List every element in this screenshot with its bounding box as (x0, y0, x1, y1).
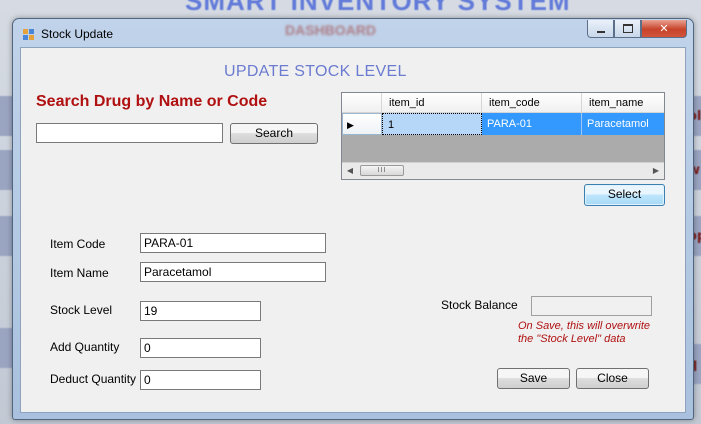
grid-column-header[interactable]: item_name (582, 93, 664, 113)
window-controls: ✕ (587, 20, 687, 38)
close-window-button[interactable]: ✕ (641, 20, 687, 38)
grid-cell[interactable]: Paracetamol (582, 113, 664, 135)
horizontal-scrollbar[interactable]: ◀ III ▶ (342, 162, 664, 179)
stock-update-window: Stock Update ✕ UPDATE STOCK LEVEL Search… (12, 18, 694, 420)
maximize-button[interactable] (614, 20, 641, 38)
scroll-right-icon[interactable]: ▶ (649, 165, 663, 177)
stock-balance-field[interactable] (531, 296, 652, 316)
stock-level-field[interactable]: 19 (140, 301, 261, 321)
grid-column-header[interactable]: item_code (482, 93, 582, 113)
dialog-client-area: UPDATE STOCK LEVEL Search Drug by Name o… (20, 47, 686, 413)
stock-balance-label: Stock Balance (441, 298, 518, 312)
background-app-title: SMART INVENTORY SYSTEM (185, 0, 571, 16)
grid-empty-area (342, 135, 664, 163)
stock-level-label: Stock Level (50, 303, 113, 317)
page-title: UPDATE STOCK LEVEL (224, 63, 407, 80)
maximize-icon (622, 24, 633, 33)
grid-cell[interactable]: 1 (382, 113, 482, 135)
grid-cell[interactable]: PARA-01 (482, 113, 582, 135)
item-code-label: Item Code (50, 237, 106, 251)
scroll-thumb[interactable]: III (360, 165, 404, 176)
grid-header: item_id item_code item_name (342, 93, 664, 113)
search-button[interactable]: Search (230, 123, 318, 144)
grid-corner-header (342, 93, 382, 113)
item-code-field[interactable]: PARA-01 (140, 233, 326, 253)
background-dashboard-label: DASHBOARD (285, 22, 376, 38)
item-name-label: Item Name (50, 266, 109, 280)
app-icon (23, 29, 35, 41)
close-icon: ✕ (659, 22, 669, 35)
add-quantity-label: Add Quantity (50, 340, 120, 354)
row-pointer-icon: ▶ (347, 120, 354, 130)
add-quantity-field[interactable]: 0 (140, 338, 261, 358)
window-title: Stock Update (41, 27, 114, 41)
row-selector[interactable]: ▶ (342, 113, 382, 135)
minimize-icon (596, 30, 605, 33)
minimize-button[interactable] (587, 20, 614, 38)
deduct-quantity-field[interactable]: 0 (140, 370, 261, 390)
item-name-field[interactable]: Paracetamol (140, 262, 326, 282)
table-row[interactable]: ▶ 1 PARA-01 Paracetamol (342, 113, 664, 135)
close-button[interactable]: Close (576, 368, 649, 389)
save-button[interactable]: Save (497, 368, 570, 389)
grid-column-header[interactable]: item_id (382, 93, 482, 113)
search-label: Search Drug by Name or Code (36, 93, 268, 110)
overwrite-note: On Save, this will overwrite the "Stock … (518, 320, 651, 345)
select-button[interactable]: Select (584, 184, 665, 206)
results-grid[interactable]: item_id item_code item_name ▶ 1 PARA-01 … (341, 92, 665, 180)
search-input[interactable] (36, 123, 223, 143)
deduct-quantity-label: Deduct Quantity (50, 372, 137, 386)
scroll-left-icon[interactable]: ◀ (343, 165, 357, 177)
